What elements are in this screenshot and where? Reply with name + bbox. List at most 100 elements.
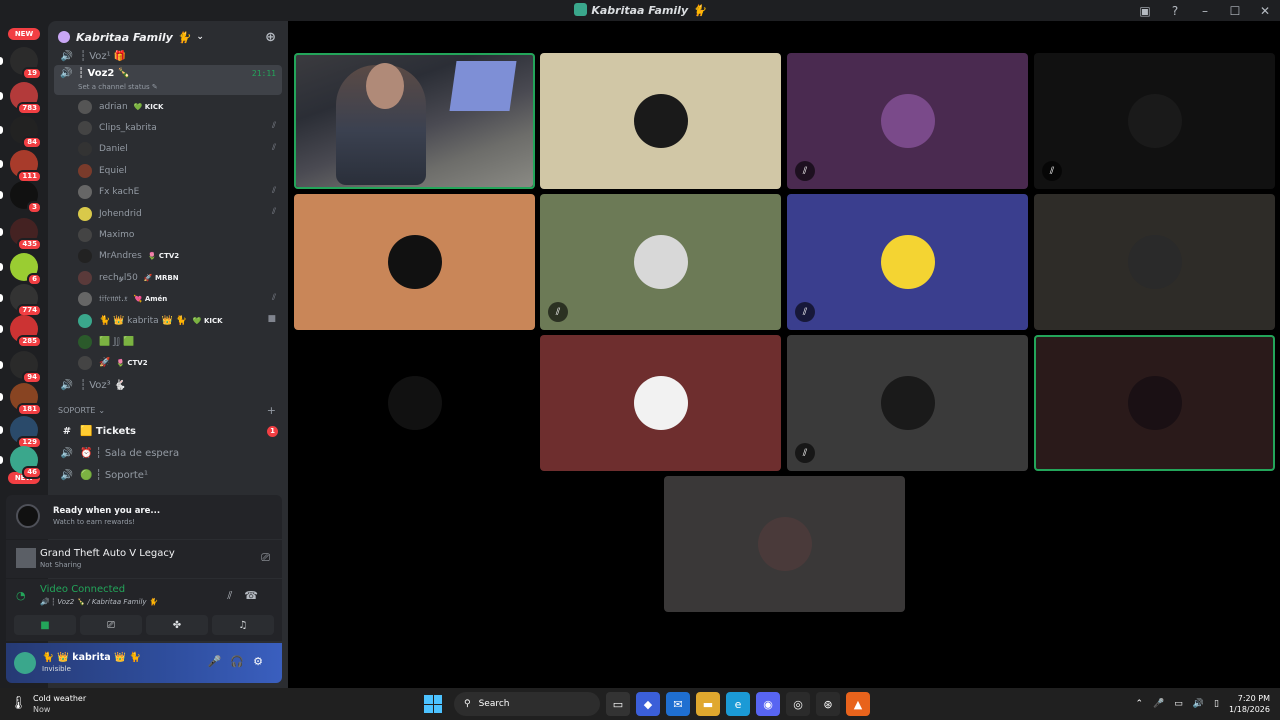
participant-tile[interactable]: ⫽ [787,335,1028,471]
windows-start-icon[interactable] [424,695,442,713]
unread-badge: 1 [267,425,278,437]
signal-icon[interactable]: ◔ [16,589,26,602]
chrome-icon[interactable]: ◎ [786,692,810,716]
participant-tile[interactable] [294,53,535,189]
server-icon[interactable]: 435 [10,218,42,251]
screen-share-icon[interactable]: ⎚ [261,551,270,565]
steam-icon[interactable]: ⊛ [816,692,840,716]
voice-member[interactable]: 🐈 👑 kabrita 👑 🐈 💚 KICK ■ [48,310,288,331]
server-icon[interactable]: 19 [10,47,42,80]
copilot-icon[interactable]: ◆ [636,692,660,716]
camera-button[interactable]: ■ [14,615,76,635]
server-icon[interactable]: 3 [10,181,42,214]
voice-member[interactable]: rech𝓎l50 🚀 MRBN [48,267,288,288]
participant-tile[interactable] [294,194,535,330]
minimize-icon[interactable]: – [1190,0,1220,21]
support-channel-list: # 🟨 Tickets 1 🔊 ⏰ ┆ Sala de espera 🔊 🟢 ┆ Sopor… [48,420,288,486]
participant-tile[interactable] [1034,335,1275,471]
outlook-icon[interactable]: ✉ [666,692,690,716]
voice-channel-path[interactable]: 🔊 ┆ Voz2 🍾 / Kabritaa Family 🐈 [40,598,157,606]
app-icon[interactable]: ▲ [846,692,870,716]
avatar [78,185,92,200]
server-icon[interactable]: 84 [10,116,42,149]
server-icon[interactable]: 6 [10,253,42,286]
participant-tile[interactable]: ⫽ [787,194,1028,330]
voice-member[interactable]: Clips_kabrita ⫽ [48,117,288,138]
server-icon[interactable]: 46 [10,446,42,479]
server-icon[interactable]: 129 [10,416,42,449]
help-icon[interactable]: ? [1160,0,1190,21]
voice-member[interactable]: Equiel [48,160,288,181]
server-icon[interactable]: 111 [10,150,42,183]
voice-member[interactable]: 🚀 🌷 CTV2 [48,353,288,374]
edge-icon[interactable]: e [726,692,750,716]
server-icon[interactable]: 285 [10,315,42,348]
server-icon[interactable]: 774 [10,284,42,317]
channel-status[interactable]: Set a channel status ✎ [78,83,158,91]
gear-icon[interactable]: ⚙ [253,655,272,668]
support-channel[interactable]: # 🟨 Tickets 1 [48,420,288,442]
close-icon[interactable]: ✕ [1250,0,1280,21]
headphones-icon[interactable]: 🎧 [230,655,253,668]
voice-channel[interactable]: 🔊 ┆ Voz³ 🐇 [48,374,288,396]
add-channel-icon[interactable]: + [267,404,276,417]
file-explorer-icon[interactable]: ▬ [696,692,720,716]
avatar [1127,376,1182,430]
voice-member[interactable]: Maximo [48,224,288,245]
rewards-panel[interactable]: Ready when you are... Watch to earn rewa… [6,495,282,539]
unread-indicator [0,325,3,333]
voice-member[interactable]: adrian 💚 KICK [48,96,288,117]
avatar[interactable] [14,652,36,674]
activities-button[interactable]: ✤ [146,615,208,635]
soundboard-button[interactable]: ♫ [212,615,274,635]
share-screen-button[interactable]: ⎚ [80,615,142,635]
task-view-icon[interactable]: ▭ [606,692,630,716]
voice-member[interactable]: Daniel ⫽ [48,139,288,160]
noise-suppression-icon[interactable]: ⫽ [227,589,244,602]
avatar [78,334,92,349]
voice-member[interactable]: MrAndres 🌷 CTV2 [48,246,288,267]
network-icon[interactable]: ▭ [1174,699,1183,709]
mic-icon[interactable]: 🎤 [1153,699,1164,709]
participant-tile[interactable] [540,335,781,471]
voice-member[interactable]: Fx kachE ⫽ [48,182,288,203]
voice-status-title[interactable]: Video Connected [40,584,125,595]
maximize-icon[interactable]: ☐ [1220,0,1250,21]
voice-channel[interactable]: 🔊 ┆ Voz¹ 🎁 [48,49,288,63]
participant-tile[interactable] [540,53,781,189]
game-icon [16,548,36,568]
participant-tile[interactable]: ⫽ [1034,53,1275,189]
speaker-icon: 🔊 [60,447,74,459]
server-icon[interactable]: 783 [10,82,42,115]
voice-channel-active[interactable]: 🔊 ┆ Voz2 🍾 Set a channel status ✎ 21:11 [54,65,282,95]
volume-icon[interactable]: 🔊 [1193,699,1204,709]
inbox-icon[interactable]: ▣ [1130,0,1160,21]
taskbar-search[interactable]: ⚲ Search [454,692,600,716]
member-tag: 💚 KICK [192,316,223,325]
support-channel[interactable]: 🔊 🟢 ┆ Soporte¹ [48,464,288,486]
participant-tile[interactable]: ⫽ [540,194,781,330]
mic-icon[interactable]: 🎤 [208,655,231,668]
clock[interactable]: 7:20 PM 1/18/2026 [1229,693,1270,715]
disconnect-icon[interactable]: ☎ [244,589,270,602]
battery-icon[interactable]: ▯ [1214,699,1219,709]
participant-tile[interactable] [664,476,905,612]
participant-tile[interactable] [294,335,535,471]
voice-member[interactable]: 🟩 𝕁𝕁 🟩 [48,331,288,352]
user-name[interactable]: 🐈 👑 kabrita 👑 🐈 [42,652,141,663]
mention-count-badge: 783 [17,102,42,115]
discord-icon[interactable]: ◉ [756,692,780,716]
participant-tile[interactable]: ⫽ [787,53,1028,189]
chevron-up-icon[interactable]: ⌃ [1136,699,1144,709]
server-icon[interactable]: 94 [10,351,42,384]
voice-member[interactable]: Johendrid ⫽ [48,203,288,224]
support-channel[interactable]: 🔊 ⏰ ┆ Sala de espera [48,442,288,464]
mic-muted-icon: ⫽ [271,121,276,132]
search-icon: ⚲ [464,699,471,709]
participant-tile[interactable] [1034,194,1275,330]
invite-icon[interactable]: ⊕ [265,30,276,45]
voice-member[interactable]: 𝔱𝔦𝔣𝔢𝔫𝔬𝔱.𝔵 💘 Amén ⫽ [48,289,288,310]
category-header[interactable]: SOPORTE ⌄ + [48,400,288,420]
server-icon[interactable]: 181 [10,383,42,416]
server-icon [574,3,588,16]
